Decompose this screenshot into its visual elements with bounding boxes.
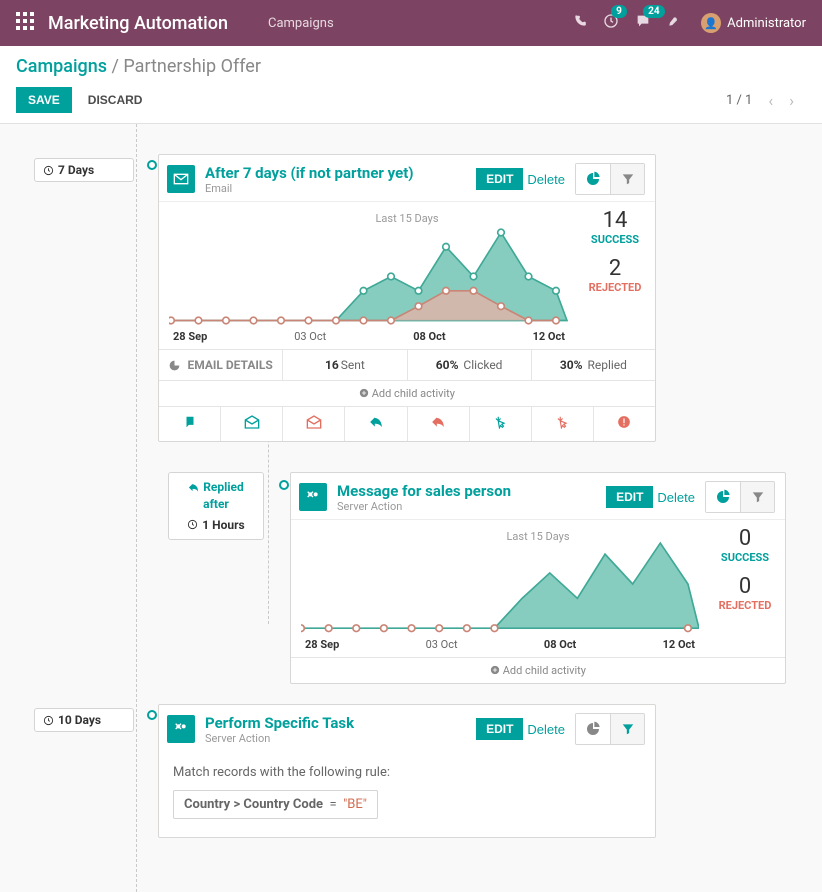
chat-badge: 24 [643, 5, 664, 18]
activity-title[interactable]: Message for sales person [337, 482, 511, 500]
email-icon [167, 165, 195, 193]
edit-button[interactable]: EDIT [606, 486, 653, 508]
server-action-icon [299, 483, 327, 511]
activity-card-1: After 7 days (if not partner yet) Email … [158, 154, 656, 442]
server-action-icon [167, 715, 195, 743]
success-label: SUCCESS [705, 551, 785, 564]
activity-type: Server Action [337, 500, 511, 513]
trigger-mail-not-open-icon[interactable] [283, 407, 345, 441]
success-label: SUCCESS [575, 233, 655, 246]
delay-chip-1: 7 Days [34, 158, 134, 182]
email-details-row: EMAIL DETAILS 16Sent 60% Clicked 30% Rep… [159, 349, 655, 380]
pager-text: 1 / 1 [726, 93, 752, 108]
breadcrumb-current: Partnership Offer [123, 56, 261, 77]
campaign-canvas: 7 Days After 7 days (if not partner yet)… [0, 124, 822, 892]
replied-after-chip: Replied after 1 Hours [168, 472, 264, 540]
activity-chart-1 [169, 216, 569, 326]
activity-card-3: Perform Specific Task Server Action EDIT… [158, 704, 656, 838]
timeline-node [279, 480, 289, 490]
trigger-click-icon[interactable] [470, 407, 532, 441]
rejected-count: 0 [705, 574, 785, 599]
reply-icon [188, 482, 199, 493]
clock-badge: 9 [611, 5, 627, 18]
email-details-header[interactable]: EMAIL DETAILS [159, 350, 283, 380]
activity-chart-2 [301, 534, 699, 634]
trigger-not-click-icon[interactable] [532, 407, 594, 441]
delete-button[interactable]: Delete [527, 722, 565, 737]
filter-tab-icon[interactable] [740, 482, 774, 512]
rejected-label: REJECTED [705, 599, 785, 612]
trigger-activity-icon[interactable] [159, 407, 221, 441]
graph-tab-icon[interactable] [576, 714, 610, 744]
activity-type: Server Action [205, 732, 354, 745]
edit-button[interactable]: EDIT [476, 168, 523, 190]
trigger-bounce-icon[interactable] [594, 407, 655, 441]
trigger-reply-icon[interactable] [345, 407, 407, 441]
add-child-button[interactable]: Add child activity [159, 380, 655, 406]
phone-icon[interactable] [573, 14, 587, 32]
delay-chip-3: 10 Days [34, 708, 134, 732]
tools-icon[interactable] [667, 14, 681, 32]
clock-icon [187, 519, 198, 530]
apps-icon[interactable] [16, 12, 34, 35]
avatar: 👤 [701, 13, 721, 33]
app-title: Marketing Automation [48, 13, 228, 34]
chart-range-label: Last 15 Days [506, 530, 569, 543]
user-name: Administrator [727, 16, 806, 31]
pager-prev-icon[interactable]: ‹ [768, 91, 773, 110]
pager: 1 / 1 ‹ › [726, 91, 806, 110]
chat-icon[interactable]: 24 [635, 13, 651, 33]
save-button[interactable]: SAVE [16, 87, 72, 113]
discard-button[interactable]: DISCARD [88, 93, 143, 107]
success-count: 14 [575, 208, 655, 233]
chart-axis: 28 Sep03 Oct08 Oct12 Oct [169, 330, 569, 343]
pager-next-icon[interactable]: › [789, 91, 794, 110]
rejected-label: REJECTED [575, 281, 655, 294]
edit-button[interactable]: EDIT [476, 718, 523, 740]
user-menu[interactable]: 👤 Administrator [701, 13, 806, 33]
chart-range-label: Last 15 Days [375, 212, 438, 225]
filter-tab-icon[interactable] [610, 714, 644, 744]
activity-card-2: Message for sales person Server Action E… [290, 472, 786, 684]
clock-icon[interactable]: 9 [603, 13, 619, 33]
activity-type: Email [205, 182, 414, 195]
navbar: Marketing Automation Campaigns 9 24 👤 Ad… [0, 0, 822, 46]
clock-icon [43, 165, 54, 176]
add-child-button[interactable]: Add child activity [291, 657, 785, 683]
breadcrumb: Campaigns / Partnership Offer [16, 56, 806, 77]
control-panel: Campaigns / Partnership Offer SAVE DISCA… [0, 46, 822, 124]
delete-button[interactable]: Delete [527, 172, 565, 187]
timeline-node [147, 710, 157, 720]
filter-rule: Match records with the following rule: C… [159, 751, 655, 837]
activity-title[interactable]: After 7 days (if not partner yet) [205, 164, 414, 182]
clock-icon [43, 715, 54, 726]
nav-link-campaigns[interactable]: Campaigns [268, 16, 334, 31]
rejected-count: 2 [575, 256, 655, 281]
trigger-row [159, 406, 655, 441]
filter-tab-icon[interactable] [610, 164, 644, 194]
graph-tab-icon[interactable] [706, 482, 740, 512]
breadcrumb-root[interactable]: Campaigns [16, 56, 107, 77]
clicked-stat: 60% Clicked [408, 350, 532, 380]
sent-stat: 16Sent [283, 350, 407, 380]
graph-tab-icon[interactable] [576, 164, 610, 194]
trigger-mail-open-icon[interactable] [221, 407, 283, 441]
trigger-not-reply-icon[interactable] [408, 407, 470, 441]
chart-axis: 28 Sep03 Oct08 Oct12 Oct [301, 638, 699, 651]
timeline-node [147, 160, 157, 170]
success-count: 0 [705, 526, 785, 551]
activity-title[interactable]: Perform Specific Task [205, 714, 354, 732]
delete-button[interactable]: Delete [657, 490, 695, 505]
rule-intro: Match records with the following rule: [173, 765, 641, 780]
replied-stat: 30% Replied [532, 350, 655, 380]
